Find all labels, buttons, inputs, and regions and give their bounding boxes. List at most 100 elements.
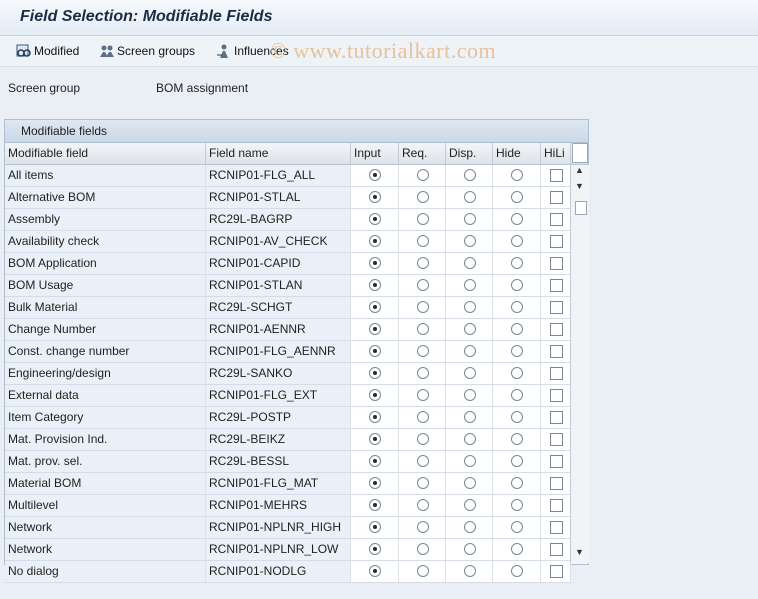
col-header-hili[interactable]: HiLi: [541, 143, 571, 164]
req-radio[interactable]: [417, 411, 429, 423]
col-header-hide[interactable]: Hide: [493, 143, 541, 164]
hide-radio[interactable]: [511, 323, 523, 335]
disp-radio[interactable]: [464, 367, 476, 379]
req-radio[interactable]: [417, 455, 429, 467]
req-radio[interactable]: [417, 367, 429, 379]
req-radio[interactable]: [417, 543, 429, 555]
hide-radio[interactable]: [511, 477, 523, 489]
hide-radio[interactable]: [511, 411, 523, 423]
hide-radio[interactable]: [511, 565, 523, 577]
input-radio[interactable]: [369, 499, 381, 511]
scroll-up-icon[interactable]: ▲: [574, 165, 585, 176]
hide-radio[interactable]: [511, 235, 523, 247]
disp-radio[interactable]: [464, 235, 476, 247]
hili-checkbox[interactable]: [550, 213, 563, 226]
disp-radio[interactable]: [464, 433, 476, 445]
hili-checkbox[interactable]: [550, 499, 563, 512]
hili-checkbox[interactable]: [550, 235, 563, 248]
hide-radio[interactable]: [511, 345, 523, 357]
hili-checkbox[interactable]: [550, 367, 563, 380]
input-radio[interactable]: [369, 213, 381, 225]
hide-radio[interactable]: [511, 367, 523, 379]
hili-checkbox[interactable]: [550, 323, 563, 336]
col-header-modifiable-field[interactable]: Modifiable field: [5, 143, 206, 164]
hide-radio[interactable]: [511, 169, 523, 181]
disp-radio[interactable]: [464, 565, 476, 577]
hili-checkbox[interactable]: [550, 543, 563, 556]
req-radio[interactable]: [417, 169, 429, 181]
hili-checkbox[interactable]: [550, 521, 563, 534]
hili-checkbox[interactable]: [550, 279, 563, 292]
hide-radio[interactable]: [511, 433, 523, 445]
hili-checkbox[interactable]: [550, 191, 563, 204]
input-radio[interactable]: [369, 323, 381, 335]
disp-radio[interactable]: [464, 543, 476, 555]
req-radio[interactable]: [417, 323, 429, 335]
req-radio[interactable]: [417, 477, 429, 489]
hide-radio[interactable]: [511, 389, 523, 401]
disp-radio[interactable]: [464, 389, 476, 401]
req-radio[interactable]: [417, 235, 429, 247]
input-radio[interactable]: [369, 389, 381, 401]
hide-radio[interactable]: [511, 213, 523, 225]
hide-radio[interactable]: [511, 191, 523, 203]
disp-radio[interactable]: [464, 345, 476, 357]
input-radio[interactable]: [369, 191, 381, 203]
hili-checkbox[interactable]: [550, 389, 563, 402]
hili-checkbox[interactable]: [550, 477, 563, 490]
screen-groups-button[interactable]: Screen groups: [99, 42, 195, 60]
hide-radio[interactable]: [511, 521, 523, 533]
req-radio[interactable]: [417, 301, 429, 313]
req-radio[interactable]: [417, 499, 429, 511]
input-radio[interactable]: [369, 565, 381, 577]
req-radio[interactable]: [417, 565, 429, 577]
req-radio[interactable]: [417, 213, 429, 225]
hili-checkbox[interactable]: [550, 345, 563, 358]
input-radio[interactable]: [369, 521, 381, 533]
hili-checkbox[interactable]: [550, 301, 563, 314]
disp-radio[interactable]: [464, 169, 476, 181]
req-radio[interactable]: [417, 345, 429, 357]
hide-radio[interactable]: [511, 301, 523, 313]
col-header-disp[interactable]: Disp.: [446, 143, 493, 164]
req-radio[interactable]: [417, 521, 429, 533]
input-radio[interactable]: [369, 257, 381, 269]
disp-radio[interactable]: [464, 213, 476, 225]
input-radio[interactable]: [369, 235, 381, 247]
hili-checkbox[interactable]: [550, 565, 563, 578]
input-radio[interactable]: [369, 345, 381, 357]
disp-radio[interactable]: [464, 279, 476, 291]
input-radio[interactable]: [369, 477, 381, 489]
disp-radio[interactable]: [464, 477, 476, 489]
disp-radio[interactable]: [464, 521, 476, 533]
scroll-down-icon[interactable]: ▼: [574, 547, 585, 558]
vertical-scrollbar[interactable]: ▲ ▼ ▼: [570, 165, 589, 563]
input-radio[interactable]: [369, 411, 381, 423]
col-header-input[interactable]: Input: [351, 143, 399, 164]
hili-checkbox[interactable]: [550, 433, 563, 446]
req-radio[interactable]: [417, 279, 429, 291]
req-radio[interactable]: [417, 389, 429, 401]
hili-checkbox[interactable]: [550, 411, 563, 424]
disp-radio[interactable]: [464, 323, 476, 335]
scroll-down-small-icon[interactable]: ▼: [574, 181, 585, 192]
col-header-field-name[interactable]: Field name: [206, 143, 351, 164]
disp-radio[interactable]: [464, 455, 476, 467]
hili-checkbox[interactable]: [550, 257, 563, 270]
input-radio[interactable]: [369, 455, 381, 467]
disp-radio[interactable]: [464, 411, 476, 423]
column-settings-button[interactable]: [572, 143, 588, 163]
input-radio[interactable]: [369, 433, 381, 445]
hide-radio[interactable]: [511, 279, 523, 291]
disp-radio[interactable]: [464, 191, 476, 203]
req-radio[interactable]: [417, 433, 429, 445]
disp-radio[interactable]: [464, 257, 476, 269]
hide-radio[interactable]: [511, 257, 523, 269]
hide-radio[interactable]: [511, 543, 523, 555]
hili-checkbox[interactable]: [550, 169, 563, 182]
modified-button[interactable]: Modified: [16, 42, 79, 60]
hili-checkbox[interactable]: [550, 455, 563, 468]
input-radio[interactable]: [369, 543, 381, 555]
disp-radio[interactable]: [464, 301, 476, 313]
input-radio[interactable]: [369, 301, 381, 313]
